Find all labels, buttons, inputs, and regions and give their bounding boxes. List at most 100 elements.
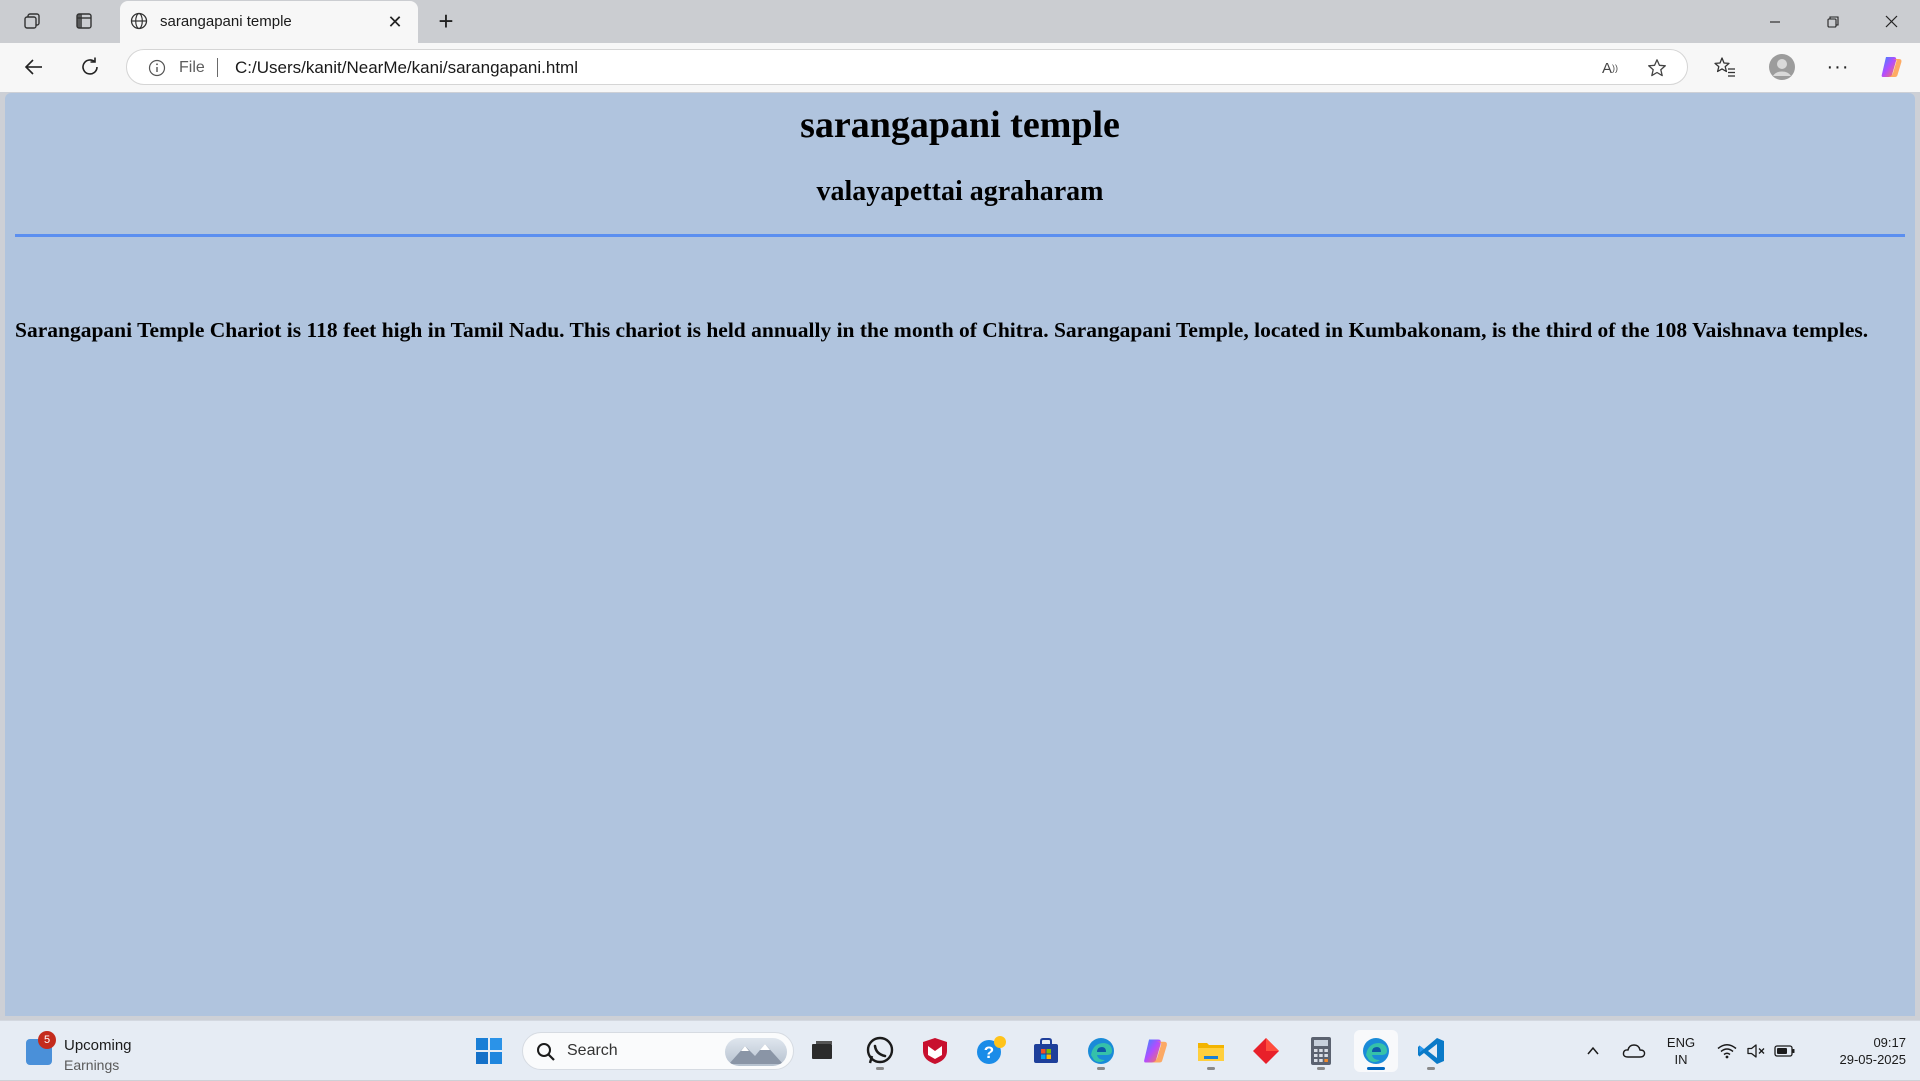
back-arrow-icon: [24, 59, 42, 75]
workspaces-button[interactable]: [16, 6, 48, 36]
favorites-button[interactable]: [1707, 50, 1743, 84]
profile-button[interactable]: [1764, 50, 1800, 84]
widgets-button[interactable]: 5 Upcoming Earnings: [24, 1029, 174, 1073]
speaker-muted-icon: [1747, 1044, 1765, 1058]
taskbar-calculator[interactable]: [1299, 1030, 1343, 1072]
vscode-icon: [1418, 1038, 1444, 1064]
wifi-icon: [1717, 1044, 1737, 1059]
back-button[interactable]: [16, 50, 52, 84]
scheme-label: File: [179, 59, 205, 76]
page-viewport: sarangapani temple valayapettai agrahara…: [5, 93, 1915, 1016]
minimize-icon: [1770, 20, 1780, 23]
taskbar-edge-active[interactable]: [1354, 1030, 1398, 1072]
widget-title: Upcoming: [64, 1037, 132, 1054]
settings-more-button[interactable]: ···: [1820, 50, 1856, 84]
whatsapp-icon: [866, 1036, 894, 1064]
onedrive-cloud-icon: [1622, 1044, 1646, 1058]
copilot-button[interactable]: [1874, 50, 1910, 84]
running-indicator: [1317, 1067, 1325, 1070]
refresh-button[interactable]: [72, 50, 108, 84]
vertical-tabs-button[interactable]: [68, 6, 100, 36]
browser-toolbar: File C:/Users/kanit/NearMe/kani/sarangap…: [0, 43, 1920, 92]
refresh-icon: [82, 57, 98, 75]
workspaces-icon: [24, 13, 40, 29]
widget-subtitle: Earnings: [64, 1057, 120, 1073]
url-text[interactable]: C:/Users/kanit/NearMe/kani/sarangapani.h…: [235, 58, 578, 78]
microsoft-store-icon: [1034, 1038, 1058, 1063]
tab-actions-icon: [76, 13, 92, 29]
copilot-icon: [1881, 57, 1902, 77]
close-tab-icon[interactable]: ✕: [383, 10, 407, 34]
globe-icon: [128, 10, 150, 32]
running-indicator: [1097, 1067, 1105, 1070]
taskbar-copilot[interactable]: [1134, 1030, 1178, 1072]
clock[interactable]: 09:17 29-05-2025: [1806, 1034, 1907, 1068]
page-subtitle: valayapettai agraharam: [816, 176, 1104, 207]
avatar-icon: [1769, 54, 1795, 80]
address-separator: [217, 58, 218, 77]
edge-active-icon: [1363, 1038, 1389, 1064]
running-indicator: [1427, 1067, 1435, 1070]
active-indicator: [1367, 1067, 1385, 1070]
browser-tab-strip: sarangapani temple ✕ +: [0, 0, 1920, 43]
start-button[interactable]: [467, 1030, 511, 1072]
chevron-up-icon: [1587, 1046, 1599, 1055]
task-view-icon: [812, 1041, 832, 1059]
svg-text:?: ?: [984, 1043, 994, 1062]
notification-badge: 5: [38, 1031, 56, 1049]
calculator-icon: [1311, 1037, 1331, 1065]
info-icon[interactable]: [147, 58, 167, 78]
get-help-icon: ?: [977, 1036, 1006, 1064]
taskbar-file-explorer[interactable]: [1189, 1030, 1233, 1072]
more-dots-icon: ···: [1826, 55, 1850, 78]
page-title: sarangapani temple: [800, 104, 1120, 146]
red-diamond-app-icon: [1253, 1038, 1279, 1064]
search-placeholder: Search: [567, 1042, 618, 1059]
new-tab-button[interactable]: +: [430, 6, 462, 36]
running-indicator: [876, 1067, 884, 1070]
close-window-button[interactable]: [1862, 0, 1920, 43]
restore-button[interactable]: [1804, 0, 1862, 43]
file-explorer-icon: [1198, 1043, 1224, 1061]
volume-status[interactable]: [1743, 1021, 1769, 1081]
search-icon: [535, 1041, 557, 1063]
taskbar-search[interactable]: Search: [522, 1032, 794, 1070]
clock-time: 09:17: [1873, 1035, 1906, 1050]
onedrive-button[interactable]: [1619, 1021, 1649, 1081]
copilot-icon: [1144, 1039, 1167, 1063]
add-favorite-star-icon[interactable]: [1645, 56, 1669, 80]
taskbar-edge[interactable]: [1079, 1030, 1123, 1072]
taskbar-vscode[interactable]: [1409, 1030, 1453, 1072]
favorites-list-icon: [1714, 57, 1735, 77]
tab-title: sarangapani temple: [160, 13, 292, 30]
taskbar-microsoft-store[interactable]: [1024, 1030, 1068, 1072]
running-indicator: [1207, 1067, 1215, 1070]
language-indicator[interactable]: ENG IN: [1663, 1034, 1699, 1068]
region-code: IN: [1674, 1052, 1688, 1067]
minimize-button[interactable]: [1746, 0, 1804, 43]
clock-date: 29-05-2025: [1839, 1052, 1907, 1067]
taskbar-whatsapp[interactable]: [858, 1030, 902, 1072]
read-aloud-icon[interactable]: A)): [1599, 57, 1621, 79]
plus-icon: +: [438, 5, 454, 36]
page-paragraph: Sarangapani Temple Chariot is 118 feet h…: [15, 318, 1869, 342]
taskbar-get-help[interactable]: ?: [969, 1030, 1013, 1072]
wifi-status[interactable]: [1714, 1021, 1740, 1081]
language-code: ENG: [1666, 1035, 1696, 1050]
mcafee-icon: [923, 1038, 947, 1064]
windows-start-icon: [476, 1038, 502, 1064]
restore-icon: [1827, 15, 1839, 28]
tab-sarangapani[interactable]: sarangapani temple ✕: [120, 1, 418, 43]
edge-icon: [1088, 1038, 1114, 1064]
show-hidden-icons-button[interactable]: [1580, 1021, 1606, 1081]
battery-icon: [1774, 1045, 1795, 1057]
taskbar-red-diamond-app[interactable]: [1244, 1030, 1288, 1072]
taskbar-mcafee[interactable]: [913, 1030, 957, 1072]
close-icon: [1885, 15, 1897, 28]
battery-status[interactable]: [1772, 1021, 1798, 1081]
search-highlight-mountain-icon: [725, 1038, 787, 1066]
address-bar[interactable]: File C:/Users/kanit/NearMe/kani/sarangap…: [126, 49, 1688, 85]
taskbar-task-view[interactable]: [800, 1030, 844, 1072]
horizontal-rule: [15, 234, 1905, 237]
windows-taskbar: 5 Upcoming Earnings Search ? ENG IN 09:1…: [0, 1020, 1920, 1080]
